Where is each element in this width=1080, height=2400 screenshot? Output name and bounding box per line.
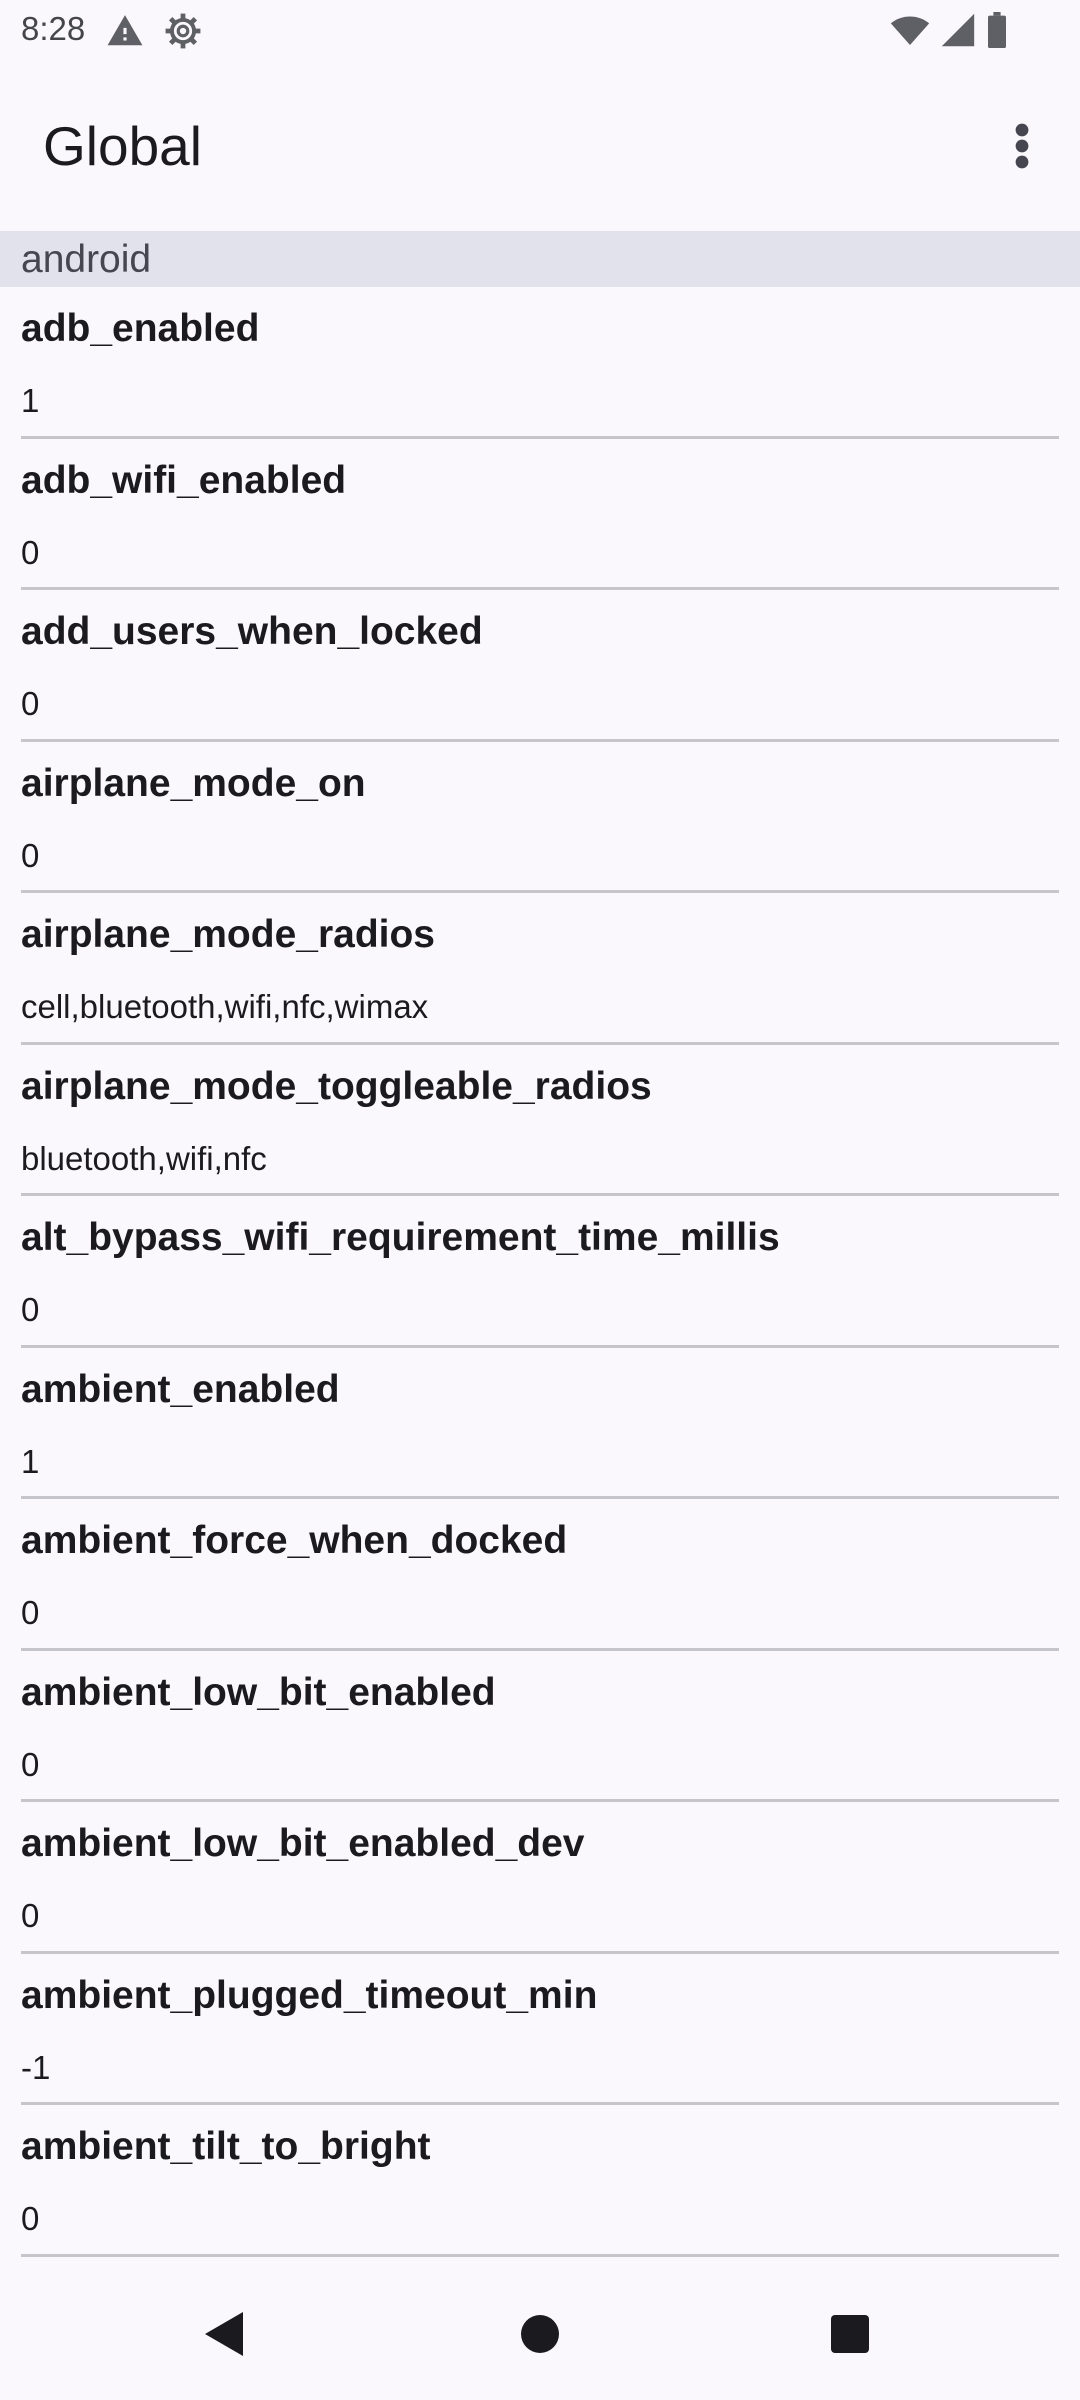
recents-icon xyxy=(830,2314,870,2359)
battery-icon xyxy=(986,12,1008,53)
setting-key: adb_enabled xyxy=(21,307,260,350)
list-item[interactable]: adb_wifi_enabled 0 xyxy=(0,439,1080,590)
app-bar: Global xyxy=(0,64,1080,232)
setting-value: 0 xyxy=(21,836,40,874)
cell-signal-icon xyxy=(940,12,976,53)
setting-value: 0 xyxy=(21,685,40,722)
more-options-button[interactable] xyxy=(992,112,1052,184)
setting-key: adb_wifi_enabled xyxy=(21,458,347,502)
status-notification-icons xyxy=(106,12,202,55)
back-icon xyxy=(203,2310,247,2363)
list-item[interactable]: airplane_mode_radios cell,bluetooth,wifi,… xyxy=(0,893,1080,1045)
home-button[interactable] xyxy=(500,2296,580,2376)
recents-button[interactable] xyxy=(810,2296,890,2376)
list-item[interactable]: airplane_mode_on 0 xyxy=(0,742,1080,893)
setting-value: 0 xyxy=(21,2200,40,2237)
status-system-icons xyxy=(890,12,1008,53)
settings-list: adb_enabled 1 adb_wifi_enabled 0 add_users_w… xyxy=(0,287,1080,2257)
section-header-label: android xyxy=(21,238,152,281)
warning-icon xyxy=(106,12,144,55)
navigation-bar xyxy=(0,2268,1080,2400)
setting-value: 0 xyxy=(21,533,40,571)
list-item[interactable]: ambient_enabled 1 xyxy=(0,1348,1080,1499)
setting-value: 0 xyxy=(21,1745,40,1783)
setting-value: bluetooth,wifi,nfc xyxy=(21,1139,267,1177)
list-item[interactable]: add_users_when_locked 0 xyxy=(0,590,1080,742)
list-item[interactable]: ambient_low_bit_enabled 0 xyxy=(0,1651,1080,1802)
setting-key: ambient_enabled xyxy=(21,1367,340,1411)
list-item[interactable]: ambient_plugged_timeout_min -1 xyxy=(0,1954,1080,2105)
setting-value: 1 xyxy=(21,382,40,419)
list-item[interactable]: ambient_low_bit_enabled_dev 0 xyxy=(0,1802,1080,1954)
status-bar: 8:28 xyxy=(0,0,1080,64)
setting-key: airplane_mode_toggleable_radios xyxy=(21,1064,652,1108)
list-item[interactable]: adb_enabled 1 xyxy=(0,287,1080,439)
setting-key: add_users_when_locked xyxy=(21,610,483,653)
back-button[interactable] xyxy=(185,2296,265,2376)
settings-gear-icon xyxy=(164,12,202,55)
list-item[interactable]: airplane_mode_toggleable_radios bluetooth… xyxy=(0,1045,1080,1196)
setting-key: ambient_tilt_to_bright xyxy=(21,2125,431,2168)
home-icon xyxy=(520,2314,560,2359)
setting-value: 0 xyxy=(21,1594,40,1631)
setting-key: ambient_force_when_docked xyxy=(21,1519,568,1562)
list-item[interactable]: alt_bypass_wifi_requirement_time_millis 0 xyxy=(0,1196,1080,1348)
more-vert-icon xyxy=(1014,122,1030,175)
status-time: 8:28 xyxy=(21,10,86,47)
setting-key: ambient_low_bit_enabled_dev xyxy=(21,1822,585,1865)
setting-value: cell,bluetooth,wifi,nfc,wimax xyxy=(21,988,429,1025)
setting-key: ambient_low_bit_enabled xyxy=(21,1670,496,1714)
list-item[interactable]: ambient_tilt_to_bright 0 xyxy=(0,2105,1080,2257)
setting-value: 0 xyxy=(21,1291,40,1328)
setting-value: 0 xyxy=(21,1897,40,1934)
page-title: Global xyxy=(43,115,202,177)
setting-key: airplane_mode_radios xyxy=(21,913,435,956)
section-header: android xyxy=(0,231,1080,287)
divider xyxy=(21,2253,1059,2257)
wifi-icon xyxy=(890,12,930,53)
setting-key: airplane_mode_on xyxy=(21,761,366,805)
setting-key: alt_bypass_wifi_requirement_time_millis xyxy=(21,1216,780,1259)
setting-value: -1 xyxy=(21,2048,51,2086)
setting-value: 1 xyxy=(21,1442,40,1480)
list-item[interactable]: ambient_force_when_docked 0 xyxy=(0,1499,1080,1651)
setting-key: ambient_plugged_timeout_min xyxy=(21,1973,598,2017)
